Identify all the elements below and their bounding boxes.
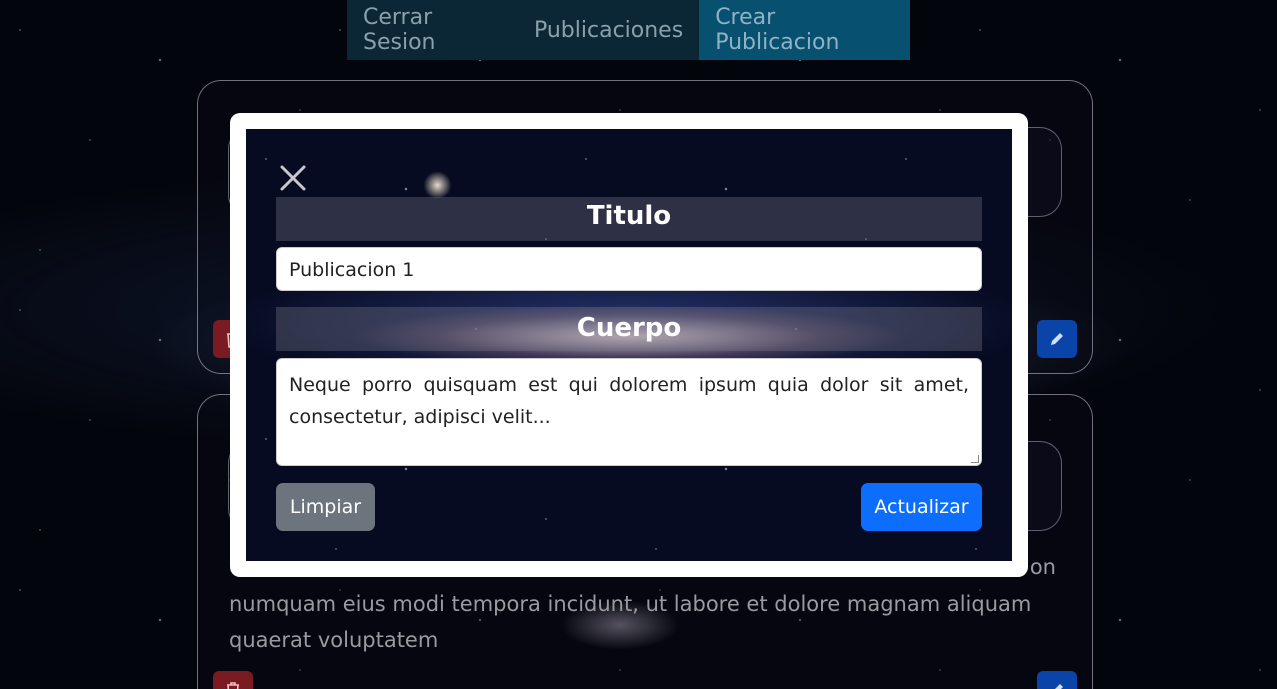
body-label: Cuerpo: [576, 313, 682, 343]
close-icon: [280, 165, 306, 191]
edit-post-modal: Titulo Publicacion 1 Cuerpo Neque porro …: [230, 113, 1028, 577]
nav-logout[interactable]: Cerrar Sesion: [347, 0, 518, 60]
body-textarea[interactable]: Neque porro quisquam est qui dolorem ips…: [276, 358, 982, 466]
title-label: Titulo: [586, 201, 672, 231]
modal-content: Titulo Publicacion 1 Cuerpo Neque porro …: [246, 129, 1012, 561]
clear-button[interactable]: Limpiar: [276, 483, 375, 531]
post-body-text: numquam eius modi tempora incidunt, ut l…: [229, 592, 1032, 652]
delete-post-button[interactable]: [213, 671, 253, 689]
resize-handle[interactable]: [971, 455, 979, 463]
edit-post-button[interactable]: [1037, 671, 1077, 689]
edit-post-button[interactable]: [1037, 320, 1077, 358]
close-modal-button[interactable]: [278, 163, 308, 193]
top-nav: Cerrar Sesion Publicaciones Crear Public…: [347, 0, 910, 60]
body-textarea-text: Neque porro quisquam est qui dolorem ips…: [289, 374, 969, 428]
trash-icon: [227, 682, 239, 689]
post-body-fragment: on: [1029, 555, 1056, 579]
title-input[interactable]: Publicacion 1: [276, 247, 982, 291]
pencil-icon: [1051, 333, 1063, 345]
nav-create-post[interactable]: Crear Publicacion: [699, 0, 910, 60]
nav-posts[interactable]: Publicaciones: [518, 0, 699, 60]
update-button[interactable]: Actualizar: [861, 483, 982, 531]
pencil-icon: [1055, 684, 1063, 689]
